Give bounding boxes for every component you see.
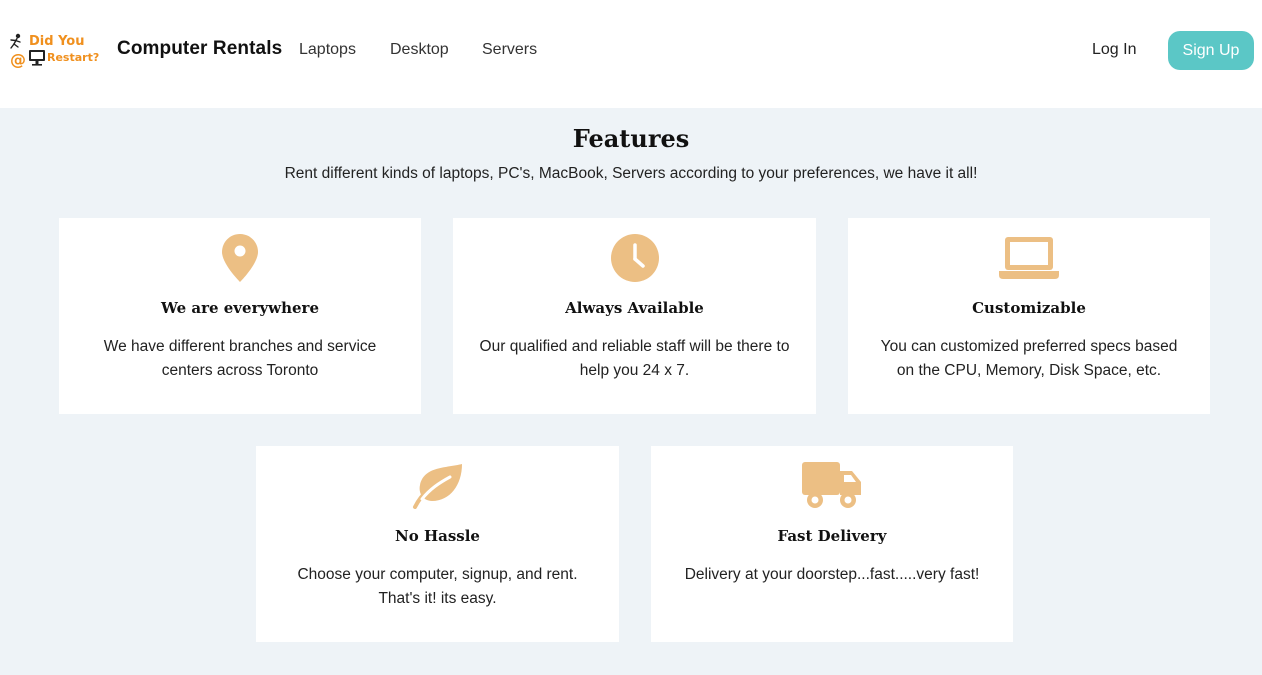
logo-line1: Did You bbox=[29, 34, 85, 49]
truck-icon bbox=[802, 462, 861, 508]
clock-icon bbox=[610, 234, 659, 282]
feature-card-no-hassle: No Hassle Choose your computer, signup, … bbox=[256, 446, 619, 642]
logo-line2: Restart? bbox=[47, 51, 99, 64]
feature-card-title: Always Available bbox=[565, 299, 704, 317]
laptop-icon bbox=[999, 237, 1059, 279]
nav-link-servers[interactable]: Servers bbox=[482, 41, 537, 59]
feature-card-text: Delivery at your doorstep...fast.....ver… bbox=[684, 566, 980, 583]
feature-card-customizable: Customizable You can customized preferre… bbox=[848, 218, 1210, 414]
feature-card-text: Choose your computer, signup, and rent. … bbox=[297, 566, 578, 607]
signup-button-label: Sign Up bbox=[1182, 41, 1240, 59]
features-subtitle: Rent different kinds of laptops, PC's, M… bbox=[284, 165, 978, 182]
brand-name[interactable]: Computer Rentals bbox=[117, 38, 282, 60]
leaf-icon bbox=[412, 464, 462, 509]
nav-link-laptops[interactable]: Laptops bbox=[299, 41, 356, 59]
feature-card-title: Fast Delivery bbox=[777, 527, 887, 545]
feature-card-title: Customizable bbox=[972, 299, 1086, 317]
feature-card-text: Our qualified and reliable staff will be… bbox=[479, 338, 790, 379]
nav-link-desktop[interactable]: Desktop bbox=[390, 41, 449, 59]
login-link[interactable]: Log In bbox=[1092, 41, 1136, 59]
navbar: Did You @ Restart? Computer Rentals Lapt… bbox=[0, 0, 1262, 108]
feature-card-text: We have different branches and service c… bbox=[103, 338, 377, 379]
feature-card-title: No Hassle bbox=[395, 527, 480, 545]
runner-icon bbox=[10, 33, 21, 49]
feature-card-text: You can customized preferred specs based… bbox=[880, 338, 1178, 379]
features-title: Features bbox=[572, 124, 690, 153]
feature-card-title: We are everywhere bbox=[160, 299, 319, 317]
monitor-icon bbox=[29, 50, 45, 66]
feature-card-available: Always Available Our qualified and relia… bbox=[453, 218, 816, 414]
logo[interactable]: Did You @ Restart? bbox=[8, 32, 112, 68]
feature-card-everywhere: We are everywhere We have different bran… bbox=[59, 218, 421, 414]
logo-at: @ bbox=[10, 50, 26, 68]
location-pin-icon bbox=[222, 234, 258, 282]
signup-button[interactable]: Sign Up bbox=[1168, 31, 1254, 70]
features-section: Features Rent different kinds of laptops… bbox=[0, 108, 1262, 675]
feature-card-fast-delivery: Fast Delivery Delivery at your doorstep.… bbox=[651, 446, 1013, 642]
